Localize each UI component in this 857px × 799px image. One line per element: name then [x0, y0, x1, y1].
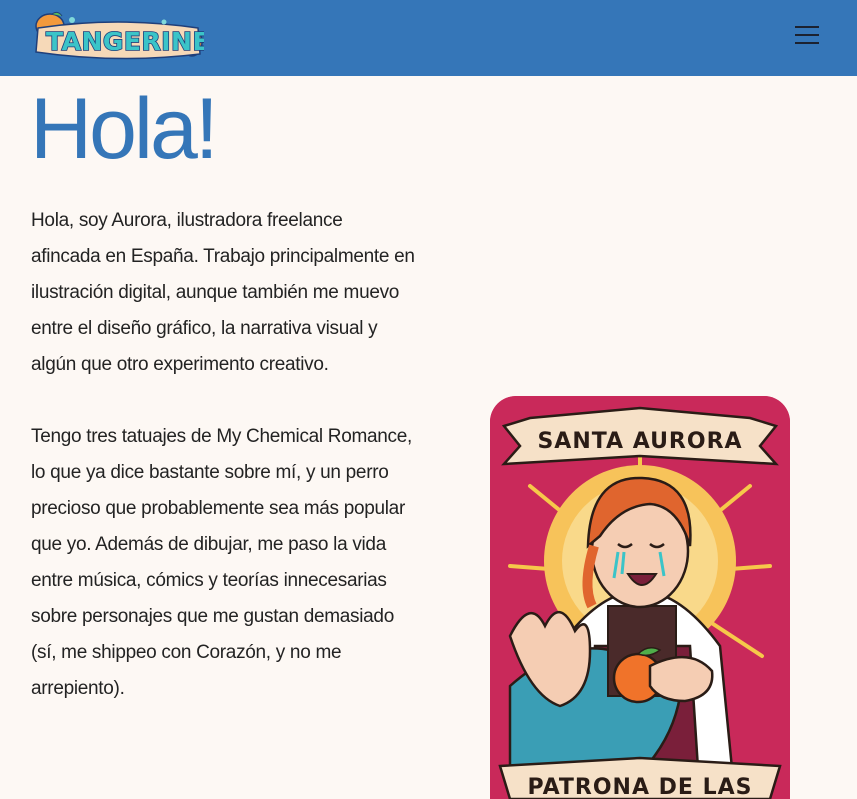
logo-text: TANGERINE: [46, 27, 204, 56]
illustration-bottom-banner: PATRONA DE LAS: [527, 775, 752, 799]
top-navigation-bar: TANGERINE: [0, 0, 857, 76]
tangerine-logo[interactable]: TANGERINE: [32, 8, 210, 64]
bio-paragraph: Hola, soy Aurora, ilustradora freelance …: [31, 210, 415, 375]
santa-aurora-illustration: SANTA AURORA PATRONA DE LAS: [490, 396, 790, 799]
page-title: Hola!: [30, 81, 219, 177]
hamburger-menu-icon[interactable]: [790, 22, 824, 50]
bio-text: Hola, soy Aurora, ilustradora freelance …: [31, 203, 416, 707]
bio-paragraph: Tengo tres tatuajes de My Chemical Roman…: [31, 426, 413, 699]
illustration-top-banner: SANTA AURORA: [537, 429, 742, 454]
